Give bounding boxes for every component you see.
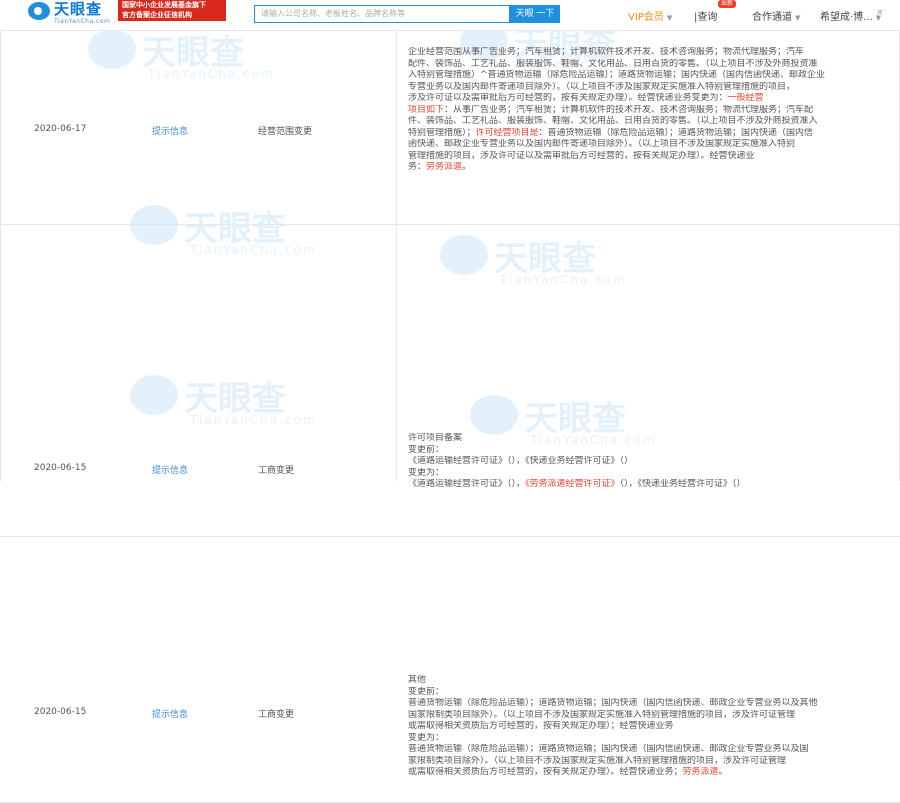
table-row: 2020-06-15 提示信息 工商变更 其他 变更前： 普通货物运输（除危险品运输… — [0, 655, 900, 803]
logo-text: 天眼查 — [54, 0, 103, 18]
content-text: 入特别管理措施）^普通货物运输（除危险品运输）；道路货物运输；国内快递（国内信函… — [408, 70, 826, 80]
content-text: 件、装饰品、工艺礼品、服装服饰、鞋帽、文化用品、日用百货的零售。（以上项目不涉及… — [408, 116, 818, 126]
vip-menu[interactable]: VIP会员 ▼ — [628, 8, 672, 23]
change-content: 企业经营范围从事广告业务；汽车租赁；计算机软件技术开发、技术咨询服务；物流代理服… — [408, 47, 888, 174]
content-line: 项目如下：从事广告业务；汽车租赁；计算机软件的技术开发、技术咨询服务；物流代理服… — [408, 105, 888, 117]
caret-down-icon: ▼ — [666, 14, 673, 22]
change-content: 许可项目备案 变更前： 《道路运输经营许可证》（），《快递业务经营许可证》（） 变更为… — [408, 433, 888, 491]
content-text: 函快递、邮政企业专营业务以及国内邮件寄递项目除外）。（以上项目不涉及国家规定实施… — [408, 139, 796, 149]
content-line: 《道路运输经营许可证》（），《快递业务经营许可证》（） — [408, 456, 888, 468]
content-text: 企业经营范围从事广告业务；汽车租赁；计算机软件技术开发、技术咨询服务；物流代理服… — [408, 47, 805, 57]
change-date: 2020-06-17 — [34, 124, 87, 134]
content-line: 务：劳务派遣。 — [408, 162, 888, 174]
vip-label: VIP会员 — [628, 12, 664, 23]
content-line: 普通货物运输（除危险品运输）；道路货物运输；国内快递（国内信函快递、邮政企业专营… — [408, 744, 888, 756]
caret-down-icon: ▼ — [795, 14, 801, 22]
content-line: 普通货物运输（除危险品运输）；道路货物运输；国内快递（国内信函快递、邮政企业专营… — [408, 698, 888, 710]
watermark-text: 天眼查 — [494, 239, 596, 279]
content-line: 变更为： — [408, 733, 888, 745]
highlighted-text: 劳务派遣 — [682, 767, 719, 777]
content-text: 普通货物运输（除危险品运输）；道路货物运输；国内快递（国内信函快递、邮政企业专营… — [408, 744, 809, 754]
content-line: 函快递、邮政企业专营业务以及国内邮件寄递项目除外）。（以上项目不涉及国家规定实施… — [408, 139, 888, 151]
watermark-logo-icon — [130, 375, 178, 415]
content-text: 或需取得相关资质后方可经营的，按有关规定办理）。经营快递业务； — [408, 767, 683, 777]
content-text: 变更前： — [408, 444, 445, 455]
content-text: 或需取得相关资质后方可经营的，按有关规定办理）；经营快递业务 — [408, 721, 674, 731]
promo-banner[interactable]: 国家中小企业发展基金旗下 官方备案企业征信机构 — [118, 0, 226, 21]
content-line: 变更前： — [408, 687, 888, 699]
content-line: 变更前： — [408, 445, 888, 457]
content-text: 其他 — [408, 675, 427, 685]
content-line: 涉及许可证以及需审批后方可经营的，按有关规定办理）。经营快递业务变更为：一般经营 — [408, 93, 888, 105]
watermark-subtext: TianYanCha.com — [500, 273, 627, 287]
change-record-table: 天眼查 TianYanCha.com 天眼查 TianYanCha.com 天眼… — [0, 21, 900, 803]
change-type: 工商变更 — [258, 710, 295, 720]
content-text: 。 — [718, 767, 728, 777]
highlighted-text: 项目如下 — [408, 104, 445, 115]
top-header: 天眼查 TianYanCha.com 国家中小企业发展基金旗下 官方备案企业征信… — [0, 0, 900, 31]
content-text: 《道路运输经营许可证》（），《快递业务经营许可证》（） — [408, 456, 634, 466]
content-text: 家限制类项目除外）。（以上项目不涉及国家规定实施准入特别管理措施的项目，涉及许可… — [408, 755, 787, 766]
table-row: 2020-06-17 提示信息 经营范围变更 企业经营范围从事广告业务；汽车租赁… — [0, 31, 900, 225]
close-icon[interactable]: × — [876, 8, 884, 18]
change-content: 其他 变更前： 普通货物运输（除危险品运输）；道路货物运输；国内快递（国内信函快递、… — [408, 675, 888, 779]
content-line: 企业经营范围从事广告业务；汽车租赁；计算机软件技术开发、技术咨询服务；物流代理服… — [408, 47, 888, 59]
content-line: 管理措施的项目，涉及许可证以及需审批后方可经营的，按有关规定办理）。经营快递业 — [408, 151, 888, 163]
content-line: 特别管理措施）；许可经营项目是：普通货物运输（除危险品运输）；道路货物运输；国内… — [408, 128, 888, 140]
watermark-text: 天眼查 — [184, 379, 286, 419]
content-line: 或需取得相关资质后方可经营的，按有关规定办理）；经营快递业务 — [408, 721, 888, 733]
change-type: 经营范围变更 — [258, 127, 313, 137]
logo-subtext: TianYanCha.com — [54, 18, 111, 25]
tip-info-link[interactable]: 提示信息 — [152, 707, 188, 720]
content-line: 其他 — [408, 675, 888, 687]
content-line: 许可项目备案 — [408, 433, 888, 445]
user-name: 希望成·博... — [820, 12, 873, 23]
content-text: 变更前： — [408, 686, 445, 697]
content-text: 国家限制类项目除外）。（以上项目不涉及国家规定实施准入特别管理措施的项目，涉及许… — [408, 709, 796, 720]
search-button[interactable]: 天眼 一下 — [510, 5, 560, 23]
content-text: 普通货物运输（除危险品运输）；道路货物运输；国内快递（国内信函快递、邮政企业专营… — [408, 698, 818, 708]
content-line: 入特别管理措施）^普通货物运输（除危险品运输）；道路货物运输；国内快递（国内信函… — [408, 70, 888, 82]
content-text: 配件、装饰品、工艺礼品、服装服饰、鞋帽、文化用品、日用百货的零售。（以上项目不涉… — [408, 58, 818, 69]
content-text: 专营业务以及国内邮件寄递项目除外）。（以上项目不涉及国家规定实施准入特别管理措施… — [408, 81, 796, 92]
content-line: 变更为： — [408, 468, 888, 480]
content-line: 专营业务以及国内邮件寄递项目除外）。（以上项目不涉及国家规定实施准入特别管理措施… — [408, 82, 888, 94]
tip-info-link[interactable]: 提示信息 — [152, 124, 188, 137]
change-type: 工商变更 — [258, 466, 295, 476]
content-text: 涉及许可证以及需审批后方可经营的，按有关规定办理）。经营快递业务变更为： — [408, 93, 728, 103]
search-input[interactable]: 请输入公司名称、老板姓名、品牌名称等 — [254, 5, 510, 23]
content-text: 变更为： — [408, 467, 445, 478]
highlighted-text: 一般经营 — [727, 93, 764, 103]
content-line: 或需取得相关资质后方可经营的，按有关规定办理）。经营快递业务；劳务派遣。 — [408, 767, 888, 779]
content-text: 务： — [408, 162, 427, 172]
content-text: 特别管理措施）； — [408, 127, 476, 138]
content-text: 变更为： — [408, 732, 445, 743]
table-row: 2020-06-15 提示信息 工商变更 许可项目备案 变更前： 《道路运输经营许可… — [0, 419, 900, 537]
logo-eye-icon — [28, 2, 50, 20]
promo-line-1: 国家中小企业发展基金旗下 — [122, 1, 206, 9]
site-logo[interactable]: 天眼查 TianYanCha.com — [28, 0, 111, 28]
highlighted-text: 劳务派遣 — [426, 162, 463, 172]
watermark-logo-icon — [440, 235, 488, 275]
content-line: 家限制类项目除外）。（以上项目不涉及国家规定实施准入特别管理措施的项目，涉及许可… — [408, 756, 888, 768]
user-menu[interactable]: 希望成·博... ▼ — [820, 8, 881, 23]
content-line: 国家限制类项目除外）。（以上项目不涉及国家规定实施准入特别管理措施的项目，涉及许… — [408, 710, 888, 722]
content-text: 。 — [462, 162, 472, 172]
watermark-subtext: TianYanCha.com — [190, 243, 317, 257]
content-text: ：从事广告业务；汽车租赁；计算机软件的技术开发、技术咨询服务；物流代理服务；汽车… — [444, 104, 814, 115]
change-date: 2020-06-15 — [34, 463, 87, 473]
nav-query[interactable]: |查询 — [694, 8, 717, 23]
nav-cooperation[interactable]: 合作通道 ▼ — [752, 8, 800, 23]
highlighted-text: 许可经营项目是 — [475, 127, 539, 138]
promo-line-2: 官方备案企业征信机构 — [122, 11, 192, 19]
content-text: 管理措施的项目，涉及许可证以及需审批后方可经营的，按有关规定办理）。经营快递业 — [408, 150, 755, 161]
content-text: ：普通货物运输（除危险品运输）；道路货物运输；国内快递（国内信 — [538, 127, 814, 138]
tip-info-link[interactable]: 提示信息 — [152, 463, 188, 476]
content-line: 件、装饰品、工艺礼品、服装服饰、鞋帽、文化用品、日用百货的零售。（以上项目不涉及… — [408, 116, 888, 128]
nav-new-badge: 出新 — [718, 0, 737, 8]
change-date: 2020-06-15 — [34, 707, 87, 717]
content-line: 配件、装饰品、工艺礼品、服装服饰、鞋帽、文化用品、日用百货的零售。（以上项目不涉… — [408, 59, 888, 71]
content-text: 许可项目备案 — [408, 433, 463, 443]
nav-cooperation-label: 合作通道 — [752, 12, 792, 23]
